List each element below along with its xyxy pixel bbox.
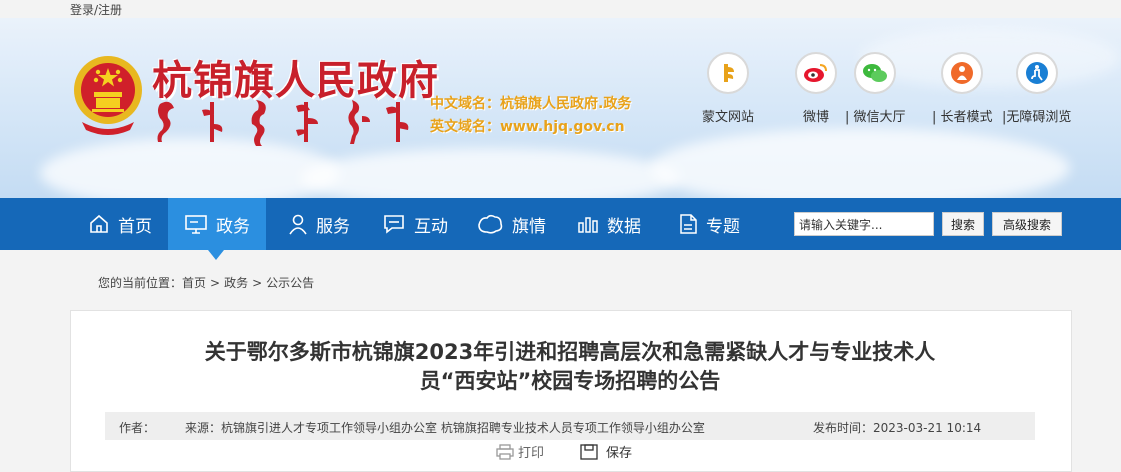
wechat-icon [863, 64, 888, 82]
print-label: 打印 [518, 446, 545, 461]
chat-icon [384, 215, 404, 234]
search-input[interactable] [794, 212, 934, 236]
domain-info: 中文域名：杭锦旗人民政府.政务 英文域名：www.hjq.gov.cn [430, 93, 631, 139]
publish-time: 发布时间：2023-03-21 10:14 [813, 421, 982, 435]
nav-item-data[interactable]: 数据 [577, 198, 641, 250]
accessibility-icon [1025, 62, 1048, 84]
map-icon [478, 214, 503, 234]
print-button[interactable]: 打印 [496, 442, 544, 461]
nav-label: 首页 [118, 216, 152, 237]
mongolian-script-icon [724, 64, 734, 82]
wechat-hall-link[interactable]: | 微信大厅 [845, 52, 906, 125]
nav-label: 旗情 [512, 216, 546, 237]
nav-item-government[interactable]: 政务 [168, 198, 266, 250]
document-icon [680, 214, 697, 234]
elder-mode-link[interactable]: | 长者模式 [932, 52, 993, 125]
cn-domain-label: 中文域名： [430, 96, 500, 112]
home-icon [90, 214, 108, 233]
nav-item-interaction[interactable]: 互动 [382, 198, 448, 250]
save-icon [580, 443, 598, 460]
top-bar: 登录/注册 [0, 0, 1121, 18]
breadcrumb-announcements[interactable]: 公示公告 [266, 276, 314, 290]
nav-label: 专题 [706, 216, 740, 237]
advanced-search-button[interactable]: 高级搜索 [992, 212, 1062, 236]
breadcrumb-separator: > [252, 276, 263, 290]
data-icon [578, 217, 598, 233]
article-source: 来源：杭锦旗引进人才专项工作领导小组办公室 杭锦旗招聘专业技术人员专项工作领导小… [185, 421, 705, 435]
breadcrumb-prefix: 您的当前位置： [98, 276, 183, 290]
national-emblem-icon [74, 56, 142, 135]
en-domain[interactable]: www.hjq.gov.cn [500, 119, 625, 135]
site-header: 杭锦旗人民政府 中文域名：杭锦旗人民政府.政务 英文域名：www.hjq.gov… [0, 18, 1121, 198]
nav-item-banner-info[interactable]: 旗情 [476, 198, 546, 250]
mongolian-site-link[interactable]: 蒙文网站 [702, 52, 754, 125]
breadcrumb: 您的当前位置：首页 > 政务 > 公示公告 [98, 274, 314, 291]
elder-mode-icon [951, 62, 974, 84]
nav-label: 互动 [414, 216, 448, 237]
tool-label: | 长者模式 [932, 110, 993, 125]
save-button[interactable]: 保存 [580, 442, 632, 461]
nav-item-home[interactable]: 首页 [88, 198, 168, 250]
person-icon [289, 214, 307, 235]
printer-icon [496, 443, 514, 460]
cn-domain[interactable]: 杭锦旗人民政府.政务 [500, 96, 631, 112]
tool-label: | 微信大厅 [845, 110, 906, 125]
article-meta: 作者： 来源：杭锦旗引进人才专项工作领导小组办公室 杭锦旗招聘专业技术人员专项工… [105, 412, 1035, 440]
nav-label: 服务 [316, 216, 350, 237]
nav-label: 政务 [216, 216, 250, 237]
mongolian-script-logo [157, 100, 409, 146]
tool-label: 蒙文网站 [702, 110, 755, 125]
breadcrumb-home[interactable]: 首页 [182, 276, 206, 290]
author-label: 作者： [119, 421, 156, 435]
login-register-link[interactable]: 登录/注册 [70, 1, 122, 18]
weibo-icon [804, 64, 827, 82]
nav-item-service[interactable]: 服务 [288, 198, 350, 250]
en-domain-label: 英文域名： [430, 119, 500, 135]
monitor-icon [185, 215, 207, 234]
breadcrumb-separator: > [210, 276, 221, 290]
article-title-line: 员“西安站”校园专场招聘的公告 [419, 369, 721, 393]
search-button[interactable]: 搜索 [942, 212, 984, 236]
weibo-link[interactable]: 微博 [795, 52, 837, 125]
article-title: 关于鄂尔多斯市杭锦旗2023年引进和招聘高层次和急需紧缺人才与专业技术人 员“西… [70, 338, 1070, 396]
nav-label: 数据 [607, 216, 641, 237]
article-title-line: 关于鄂尔多斯市杭锦旗2023年引进和招聘高层次和急需紧缺人才与专业技术人 [204, 340, 936, 364]
accessibility-link[interactable]: |无障碍浏览 [1002, 52, 1071, 125]
tool-label: 微博 [802, 110, 829, 125]
breadcrumb-government[interactable]: 政务 [224, 276, 248, 290]
nav-item-topics[interactable]: 专题 [678, 198, 740, 250]
active-nav-pointer [208, 250, 224, 260]
tool-label: |无障碍浏览 [1002, 110, 1072, 125]
save-label: 保存 [606, 446, 633, 461]
